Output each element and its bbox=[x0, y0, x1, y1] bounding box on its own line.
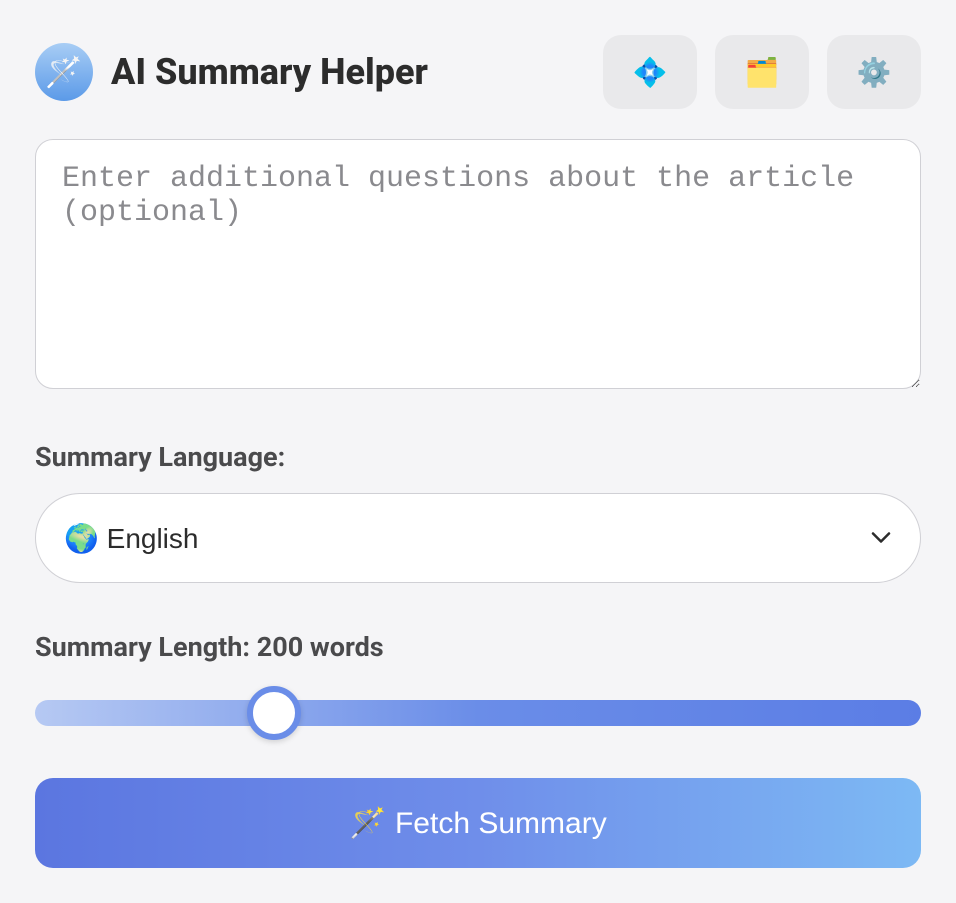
fetch-summary-label: 🪄 Fetch Summary bbox=[349, 806, 606, 841]
length-label: Summary Length: 200 words bbox=[35, 631, 921, 663]
sparkle-icon: 💠 bbox=[633, 56, 668, 89]
questions-textarea[interactable] bbox=[35, 139, 921, 389]
wand-icon: 🪄 bbox=[45, 55, 82, 90]
settings-button[interactable]: ⚙️ bbox=[827, 35, 921, 109]
gear-icon: ⚙️ bbox=[857, 56, 892, 89]
sparkle-button[interactable]: 💠 bbox=[603, 35, 697, 109]
folder-button[interactable]: 🗂️ bbox=[715, 35, 809, 109]
language-label: Summary Language: bbox=[35, 441, 921, 473]
app-logo-icon: 🪄 bbox=[35, 43, 93, 101]
app-title: AI Summary Helper bbox=[111, 51, 428, 93]
length-slider[interactable] bbox=[35, 683, 921, 743]
folder-icon: 🗂️ bbox=[745, 56, 780, 89]
fetch-summary-button[interactable]: 🪄 Fetch Summary bbox=[35, 778, 921, 868]
language-select[interactable]: 🌍 English bbox=[35, 493, 921, 583]
